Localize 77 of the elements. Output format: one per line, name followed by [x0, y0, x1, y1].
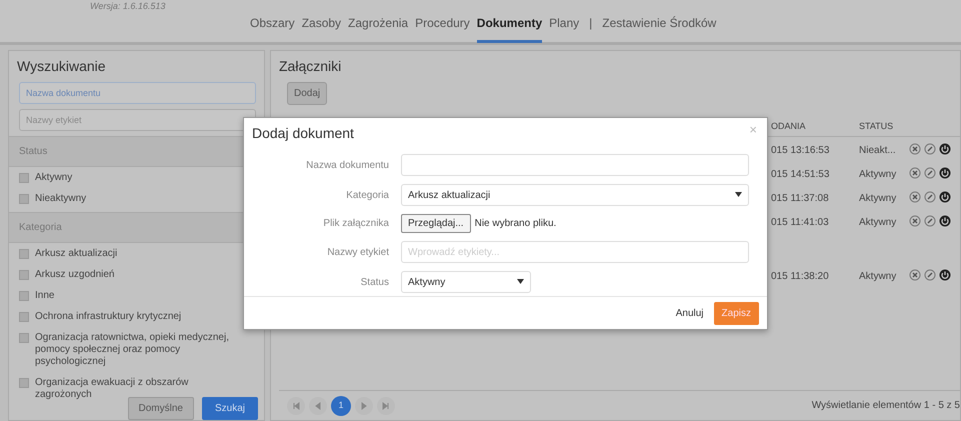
table-cell: Aktywny — [859, 271, 896, 282]
delete-icon[interactable] — [909, 167, 921, 179]
checkbox[interactable] — [19, 270, 29, 280]
pagination-summary: Wyświetlanie elementów 1 - 5 z 5 — [812, 399, 960, 413]
triangle-left-icon — [314, 402, 322, 410]
field-label: Kategoria — [345, 188, 389, 202]
checkbox-label: Inne — [35, 290, 54, 302]
edit-icon[interactable] — [924, 167, 936, 179]
page-button[interactable]: 1 — [331, 396, 351, 416]
power-icon[interactable] — [939, 167, 951, 179]
search-field[interactable]: Nazwa dokumentu — [19, 82, 256, 104]
dropdown[interactable]: Arkusz aktualizacji — [401, 184, 749, 206]
nav-separator: | — [588, 15, 594, 32]
checkbox-label: Arkusz aktualizacji — [35, 248, 118, 260]
table-cell: 015 11:38:20 — [771, 271, 829, 282]
checkbox[interactable] — [19, 312, 29, 322]
edit-icon[interactable] — [924, 143, 936, 155]
nav-tab[interactable]: Plany — [549, 14, 580, 43]
table-cell: Aktywny — [859, 193, 896, 204]
field-label: Plik załącznika — [322, 217, 389, 231]
checkbox[interactable] — [19, 333, 29, 343]
nav-tab[interactable]: Dokumenty — [476, 14, 542, 43]
caret-icon — [517, 279, 524, 284]
table-cell: Aktywny — [859, 169, 896, 180]
table-cell: 015 11:41:03 — [771, 217, 829, 228]
power-icon[interactable] — [939, 191, 951, 203]
delete-icon[interactable] — [909, 215, 921, 227]
search-button[interactable]: Szukaj — [202, 397, 258, 420]
edit-icon[interactable] — [924, 215, 936, 227]
cancel-button[interactable]: Anuluj — [672, 302, 708, 324]
add-button[interactable]: Dodaj — [287, 82, 328, 105]
table-cell: 015 14:51:53 — [771, 169, 830, 180]
column-header: ODANIA — [771, 121, 806, 132]
nav-tab[interactable]: Zasoby — [302, 14, 342, 43]
field-label: Nazwa dokumentu — [305, 158, 389, 172]
dropdown[interactable]: Aktywny — [401, 271, 531, 293]
field-label: Nazwy etykiet — [326, 246, 389, 260]
power-icon[interactable] — [939, 269, 951, 281]
power-icon[interactable] — [939, 143, 951, 155]
browse-button[interactable]: Przeglądaj... — [401, 214, 471, 233]
delete-icon[interactable] — [909, 191, 921, 203]
nav-tab[interactable]: Obszary — [250, 14, 295, 43]
checkbox-label: Ogranizacja ratownictwa, opieki medycznej, pomocy społecznej oraz pomocy psychologicznej — [35, 332, 230, 368]
checkbox[interactable] — [19, 194, 29, 204]
checkbox-label: Nieaktywny — [35, 193, 86, 205]
checkbox[interactable] — [19, 291, 29, 301]
triangle-right-icon — [360, 402, 368, 410]
nav-tab[interactable]: Zagrożenia — [348, 14, 408, 43]
text-field[interactable] — [401, 154, 749, 176]
table-cell: Aktywny — [859, 217, 896, 228]
checkbox-label: Arkusz uzgodnień — [35, 269, 114, 281]
skip-start-icon — [292, 402, 300, 410]
file-status: Nie wybrano pliku. — [474, 217, 556, 231]
nav-tab[interactable]: Zestawienie Środków — [602, 14, 716, 43]
panel-title: Załączniki — [278, 57, 342, 76]
save-button[interactable]: Zapisz — [714, 302, 759, 324]
delete-icon[interactable] — [909, 269, 921, 281]
column-header: STATUS — [859, 121, 894, 132]
table-cell: 015 13:16:53 — [771, 145, 830, 156]
checkbox[interactable] — [19, 378, 29, 388]
edit-icon[interactable] — [924, 269, 936, 281]
nav-tab[interactable]: Procedury — [415, 14, 470, 43]
checkbox[interactable] — [19, 249, 29, 259]
default-button[interactable]: Domyślne — [128, 397, 194, 420]
table-cell: 015 11:37:08 — [771, 193, 829, 204]
version-label: Wersja: 1.6.16.513 — [90, 0, 166, 13]
panel-title: Wyszukiwanie — [16, 57, 107, 76]
field-label: Status — [360, 276, 389, 290]
checkbox-label: Ochrona infrastruktury krytycznej — [35, 311, 182, 323]
checkbox-label: Aktywny — [35, 172, 72, 184]
power-icon[interactable] — [939, 215, 951, 227]
checkbox[interactable] — [19, 173, 29, 183]
skip-end-icon — [382, 402, 390, 410]
table-cell: Nieakt... — [859, 145, 896, 156]
delete-icon[interactable] — [909, 143, 921, 155]
caret-icon — [735, 192, 742, 198]
edit-icon[interactable] — [924, 191, 936, 203]
